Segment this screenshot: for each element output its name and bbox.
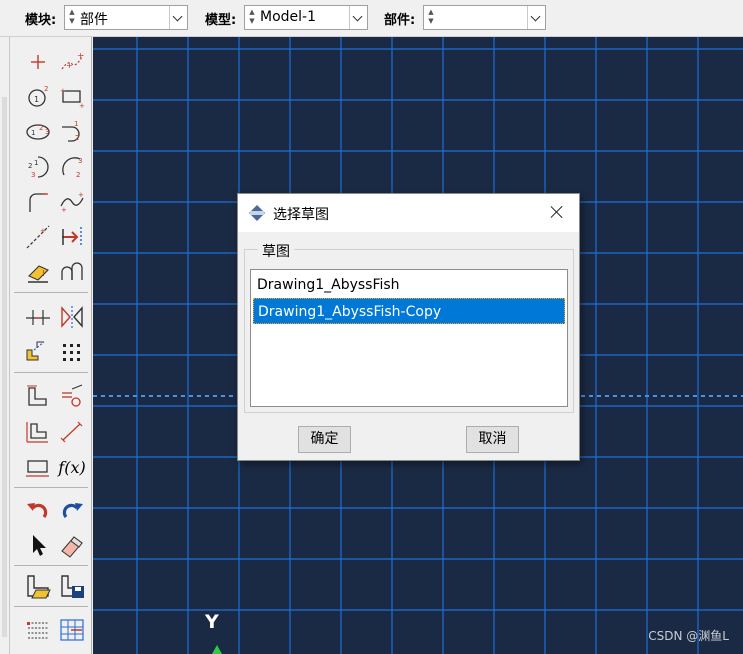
- dialog-title: 选择草图: [273, 207, 329, 223]
- model-label: 模型:: [205, 13, 237, 28]
- circle-center-icon[interactable]: 12: [23, 82, 53, 112]
- dialog-titlebar[interactable]: 选择草图: [238, 194, 579, 232]
- dialog-app-icon: [249, 205, 265, 221]
- spin-icon: ▲ ▼: [249, 8, 255, 25]
- svg-text:2: 2: [28, 162, 32, 170]
- svg-text:2: 2: [76, 171, 80, 179]
- select-sketch-dialog: 选择草图 草图 Drawing1_AbyssFish Drawing1_Abys…: [237, 193, 580, 461]
- toolbox-divider: [14, 565, 88, 566]
- function-button[interactable]: f(x): [57, 452, 87, 482]
- watermark: CSDN @渊鱼L: [648, 629, 729, 643]
- undo-icon[interactable]: [23, 495, 53, 525]
- y-axis-label: Y: [205, 611, 219, 633]
- abaqus-sketch-window: 模块: ▲ ▼ 部件 模型: ▲ ▼ Model-1 部件: ▲ ▼ + + 1…: [0, 0, 743, 654]
- arc-three-point-icon[interactable]: 32: [57, 152, 87, 182]
- dimension-icon[interactable]: [23, 382, 53, 412]
- ellipse-icon[interactable]: 123: [23, 117, 53, 147]
- sketch-options-icon[interactable]: [23, 615, 53, 645]
- svg-text:+: +: [40, 227, 46, 235]
- arc-tangent-icon[interactable]: 12: [57, 117, 87, 147]
- svg-text:+: +: [60, 87, 66, 95]
- constraint-icon[interactable]: [57, 382, 87, 412]
- svg-text:+: +: [78, 191, 84, 199]
- svg-text:!: !: [42, 269, 45, 278]
- close-icon[interactable]: [547, 202, 567, 222]
- part-label: 部件:: [384, 13, 416, 28]
- y-axis-arrow: [212, 645, 222, 654]
- spin-icon: ▲ ▼: [428, 8, 434, 25]
- svg-text:1: 1: [34, 159, 38, 167]
- svg-text:+: +: [79, 102, 85, 110]
- fillet-icon[interactable]: [23, 187, 53, 217]
- svg-text:2: 2: [44, 85, 48, 93]
- scrollbar[interactable]: [2, 97, 7, 637]
- spin-icon: ▲ ▼: [69, 8, 75, 25]
- cancel-button[interactable]: 取消: [466, 426, 519, 453]
- grid-settings-icon[interactable]: [57, 615, 87, 645]
- offset-icon[interactable]: [57, 222, 87, 252]
- rectangle-icon[interactable]: + +: [57, 82, 87, 112]
- svg-text:3: 3: [45, 128, 49, 136]
- fillet-blend-icon[interactable]: [57, 257, 87, 287]
- chevron-down-icon[interactable]: [349, 6, 367, 29]
- eraser-icon[interactable]: [57, 530, 87, 560]
- spline-icon[interactable]: + +: [57, 187, 87, 217]
- toolbox-divider: [14, 292, 88, 293]
- arc-center-icon[interactable]: 21 3: [23, 152, 53, 182]
- chevron-down-icon[interactable]: [527, 6, 545, 29]
- module-combo[interactable]: ▲ ▼ 部件: [64, 5, 188, 30]
- translate-icon[interactable]: [23, 337, 53, 367]
- chevron-down-icon[interactable]: [169, 6, 187, 29]
- svg-text:+: +: [61, 206, 67, 214]
- list-item-selected[interactable]: Drawing1_AbyssFish-Copy: [253, 298, 565, 324]
- module-value: 部件: [80, 12, 108, 28]
- sketch-save-icon[interactable]: [57, 571, 87, 601]
- context-bar: 模块: ▲ ▼ 部件 模型: ▲ ▼ Model-1 部件: ▲ ▼: [0, 0, 743, 37]
- redo-icon[interactable]: [57, 495, 87, 525]
- group-label: 草图: [258, 241, 294, 261]
- list-item[interactable]: Drawing1_AbyssFish: [253, 272, 565, 298]
- spline-points-icon[interactable]: + +: [57, 47, 87, 77]
- svg-text:3: 3: [31, 171, 35, 179]
- svg-text:1: 1: [31, 129, 35, 137]
- model-value: Model-1: [260, 9, 316, 25]
- edit-dimension-icon[interactable]: [23, 417, 53, 447]
- left-panel-edge: [0, 37, 10, 654]
- select-cursor-icon[interactable]: [23, 530, 53, 560]
- svg-text:2: 2: [75, 134, 79, 142]
- split-icon[interactable]: [23, 302, 53, 332]
- svg-text:1: 1: [34, 95, 39, 104]
- sketch-list[interactable]: Drawing1_AbyssFish Drawing1_AbyssFish-Co…: [250, 269, 568, 407]
- text-box-icon[interactable]: [23, 452, 53, 482]
- auto-trim-icon[interactable]: !: [23, 257, 53, 287]
- part-combo[interactable]: ▲ ▼: [423, 5, 546, 30]
- module-label: 模块:: [25, 13, 57, 28]
- point-tool-icon[interactable]: [23, 47, 53, 77]
- svg-text:+: +: [77, 51, 84, 60]
- toolbox-divider: [14, 606, 88, 607]
- toolbox-divider: [14, 487, 88, 488]
- toolbox-divider: [14, 372, 88, 373]
- sketch-toolbox: + + 12 + + 123 12 213 32 + + + ! f(x): [10, 37, 92, 654]
- model-combo[interactable]: ▲ ▼ Model-1: [244, 5, 368, 30]
- linear-pattern-icon[interactable]: [57, 337, 87, 367]
- construction-line-icon[interactable]: +: [23, 222, 53, 252]
- svg-text:3: 3: [78, 157, 82, 165]
- svg-text:2: 2: [39, 124, 43, 132]
- parameter-icon[interactable]: [57, 417, 87, 447]
- svg-text:1: 1: [74, 120, 78, 128]
- ok-button[interactable]: 确定: [298, 426, 351, 453]
- mirror-icon[interactable]: [57, 302, 87, 332]
- svg-text:+: +: [66, 61, 73, 70]
- sketch-open-icon[interactable]: [23, 571, 53, 601]
